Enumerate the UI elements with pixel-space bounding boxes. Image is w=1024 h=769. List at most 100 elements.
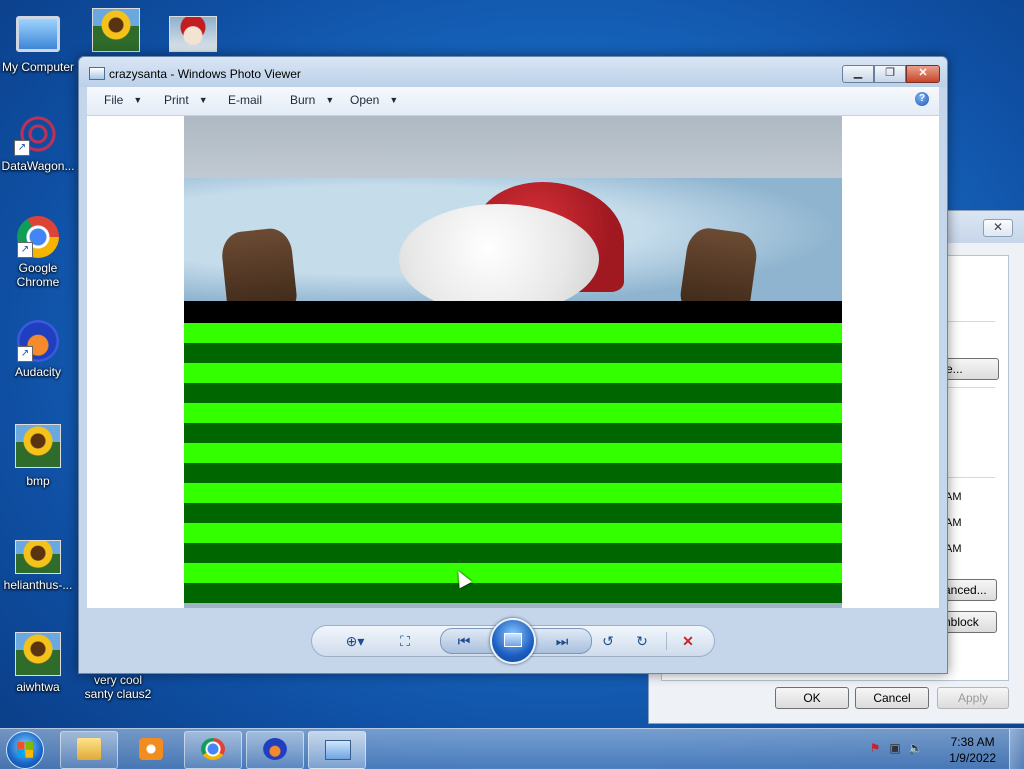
image-stripe — [184, 363, 842, 383]
clock[interactable]: 7:38 AM 1/9/2022 — [949, 734, 996, 766]
menu-email-label: E-mail — [228, 93, 263, 107]
image-stripe — [184, 543, 842, 563]
shortcut-arrow-icon: ↗ — [17, 242, 33, 258]
image-stripe — [184, 443, 842, 463]
advanced-button[interactable]: anced... — [941, 579, 997, 601]
image-stripe — [184, 483, 842, 503]
restore-button[interactable]: ❐ — [874, 65, 906, 83]
taskbar-explorer[interactable] — [60, 731, 118, 769]
audacity-icon: ↗ — [17, 320, 59, 362]
menu-email[interactable]: E-mail — [228, 93, 262, 107]
desktop-icon-aiwhtwa[interactable]: aiwhtwa — [0, 632, 76, 694]
image-stripe — [184, 563, 842, 583]
desktop-icon-label: Google Chrome — [16, 261, 60, 289]
desktop-icon-label: DataWagon... — [1, 159, 75, 173]
image-stripe — [184, 523, 842, 543]
photo-viewer-window: crazysanta - Windows Photo Viewer ▁ ❐ ✕ … — [78, 56, 948, 674]
menu-burn-label: Burn — [290, 93, 316, 107]
image-corrupt-black-band — [184, 301, 842, 323]
image-stripe — [184, 403, 842, 423]
divider — [945, 477, 995, 478]
desktop-icon-label: My Computer — [1, 60, 75, 74]
desktop-icon-bmp[interactable]: bmp — [0, 424, 76, 488]
close-button[interactable]: ✕ — [906, 65, 940, 83]
desktop-icon-sunflower-thumb[interactable] — [78, 8, 154, 55]
unblock-button[interactable]: nblock — [941, 611, 997, 633]
network-icon[interactable]: ▣ — [888, 741, 902, 755]
chevron-down-icon: ▼ — [389, 95, 399, 105]
image-thumbnail-icon — [15, 424, 61, 468]
desktop-icon-my-computer[interactable]: My Computer — [0, 10, 76, 74]
clock-date: 1/9/2022 — [949, 751, 996, 765]
menu-print[interactable]: Print ▼ — [164, 93, 208, 107]
taskbar-chrome[interactable] — [184, 731, 242, 769]
clock-time: 7:38 AM — [950, 735, 995, 749]
help-icon[interactable]: ? — [915, 92, 929, 106]
taskbar: ⚑ ▣ 🔈 7:38 AM 1/9/2022 — [0, 728, 1024, 769]
image-stripe — [184, 383, 842, 403]
playback-controls: ⊕▾ ⛶ ⏮ ⏭ ↺ ↻ ✕ — [311, 618, 715, 664]
folder-icon — [77, 738, 101, 760]
start-button[interactable] — [6, 731, 44, 769]
image-santa-fur — [399, 204, 599, 314]
window-title: crazysanta - Windows Photo Viewer — [109, 67, 301, 81]
desktop-icon-label: helianthus-... — [3, 578, 73, 592]
image-stripe — [184, 323, 842, 343]
window-titlebar[interactable]: crazysanta - Windows Photo Viewer ▁ ❐ ✕ — [79, 57, 947, 87]
previous-icon[interactable]: ⏮ — [452, 631, 476, 651]
windows-logo-icon — [17, 742, 33, 758]
image-thumbnail-icon — [15, 632, 61, 676]
desktop-icon-santa-thumb[interactable] — [155, 16, 231, 55]
taskbar-photo-viewer[interactable] — [308, 731, 366, 769]
image-stripe — [184, 343, 842, 363]
menu-file[interactable]: File ▼ — [104, 93, 142, 107]
desktop-icon-datawagon[interactable]: ↗ DataWagon... — [0, 112, 76, 173]
taskbar-media-player[interactable] — [122, 731, 180, 769]
photo-viewer-icon — [325, 740, 351, 760]
taskbar-audacity[interactable] — [246, 731, 304, 769]
slideshow-icon — [504, 633, 522, 647]
menu-open[interactable]: Open ▼ — [350, 93, 398, 107]
slideshow-button[interactable] — [490, 618, 536, 664]
divider — [945, 387, 995, 388]
desktop-icon-label: aiwhtwa — [16, 680, 60, 694]
datawagon-icon: ↗ — [14, 112, 62, 156]
ok-button[interactable]: OK — [775, 687, 849, 709]
change-button[interactable]: e... — [941, 358, 999, 380]
chevron-down-icon: ▼ — [198, 95, 208, 105]
image-stripe — [184, 583, 842, 603]
zoom-icon[interactable]: ⊕▾ — [338, 631, 372, 651]
delete-icon[interactable]: ✕ — [678, 631, 698, 651]
desktop-icon-label: Audacity — [14, 365, 62, 379]
apply-button[interactable]: Apply — [937, 687, 1009, 709]
shortcut-arrow-icon: ↗ — [14, 140, 30, 156]
desktop-icon-label: bmp — [26, 474, 50, 488]
cancel-button[interactable]: Cancel — [855, 687, 929, 709]
image-thumbnail-icon — [169, 16, 217, 52]
image-thumbnail-icon — [92, 8, 140, 52]
menu-burn[interactable]: Burn ▼ — [290, 93, 334, 107]
chrome-icon: ↗ — [17, 216, 59, 258]
menu-file-label: File — [104, 93, 124, 107]
dialog-close-button[interactable]: ✕ — [983, 219, 1013, 237]
action-center-flag-icon[interactable]: ⚑ — [868, 741, 882, 755]
rotate-counterclockwise-icon[interactable]: ↺ — [598, 631, 618, 651]
minimize-button[interactable]: ▁ — [842, 65, 874, 83]
media-player-icon — [139, 738, 163, 760]
chevron-down-icon: ▼ — [325, 95, 335, 105]
desktop-icon-helianthus[interactable]: helianthus-... — [0, 540, 76, 592]
command-bar: File ▼ Print ▼ E-mail Burn ▼ Open ▼ ? — [87, 87, 939, 116]
computer-icon — [16, 16, 60, 52]
rotate-clockwise-icon[interactable]: ↻ — [632, 631, 652, 651]
chrome-icon — [201, 738, 225, 760]
chevron-down-icon: ▼ — [133, 95, 143, 105]
volume-icon[interactable]: 🔈 — [908, 741, 923, 755]
next-icon[interactable]: ⏭ — [550, 631, 574, 651]
displayed-image — [184, 116, 842, 608]
desktop-icon-chrome[interactable]: ↗ Google Chrome — [0, 216, 76, 289]
desktop-icon-audacity[interactable]: ↗ Audacity — [0, 320, 76, 379]
actual-size-icon[interactable]: ⛶ — [394, 631, 416, 651]
audacity-icon — [263, 738, 287, 760]
image-stripe — [184, 423, 842, 443]
show-desktop-button[interactable] — [1009, 729, 1024, 769]
